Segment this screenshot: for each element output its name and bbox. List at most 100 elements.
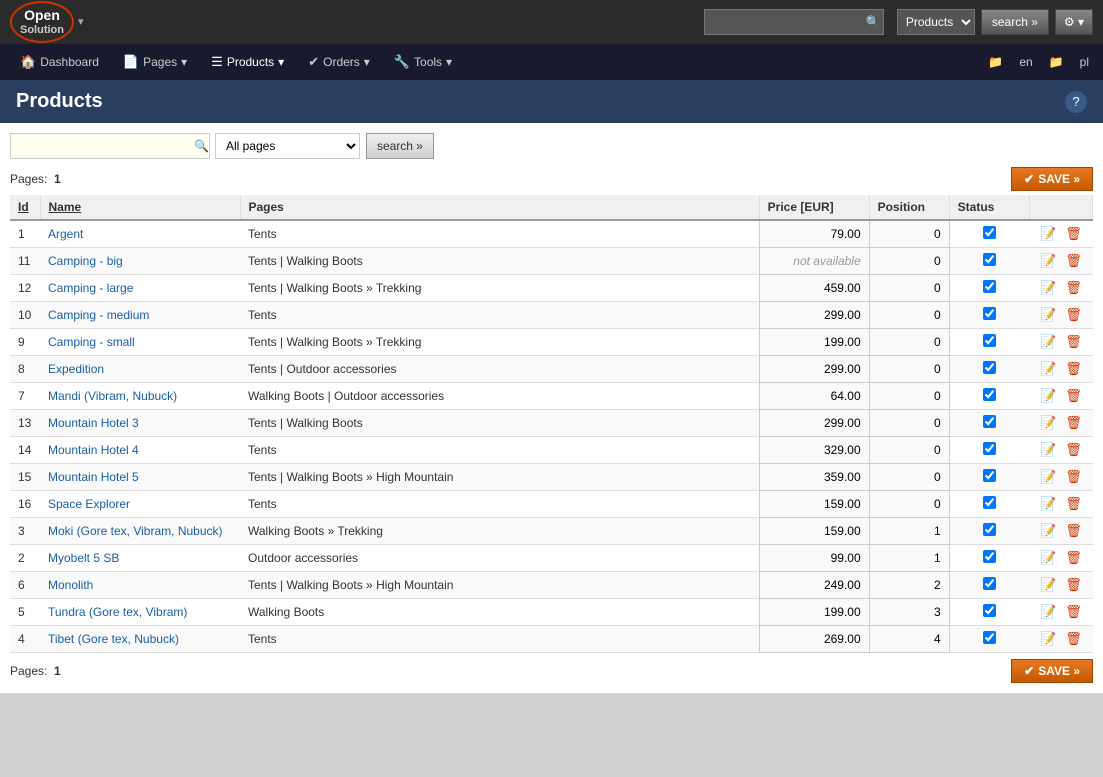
delete-button[interactable]: 🗑 — [1064, 226, 1084, 242]
product-link[interactable]: Mountain Hotel 3 — [48, 416, 139, 430]
edit-button[interactable]: 📝 — [1038, 415, 1058, 431]
delete-button[interactable]: 🗑 — [1064, 415, 1084, 431]
product-link[interactable]: Space Explorer — [48, 497, 130, 511]
price-input[interactable] — [768, 416, 861, 430]
help-button[interactable]: ? — [1065, 91, 1087, 113]
status-checkbox[interactable] — [983, 361, 996, 374]
price-input[interactable] — [768, 578, 861, 592]
delete-button[interactable]: 🗑 — [1064, 334, 1084, 350]
price-input[interactable] — [768, 335, 861, 349]
position-input[interactable] — [878, 254, 941, 268]
status-checkbox[interactable] — [983, 253, 996, 266]
delete-button[interactable]: 🗑 — [1064, 442, 1084, 458]
product-link[interactable]: Mountain Hotel 4 — [48, 443, 139, 457]
position-input[interactable] — [878, 632, 941, 646]
price-input[interactable] — [768, 389, 861, 403]
save-button-top[interactable]: ✔ SAVE » — [1011, 167, 1093, 191]
edit-button[interactable]: 📝 — [1038, 604, 1058, 620]
product-link[interactable]: Mountain Hotel 5 — [48, 470, 139, 484]
delete-button[interactable]: 🗑 — [1064, 253, 1084, 269]
edit-button[interactable]: 📝 — [1038, 226, 1058, 242]
top-search-button[interactable]: search » — [981, 9, 1049, 35]
product-link[interactable]: Moki (Gore tex, Vibram, Nubuck) — [48, 524, 223, 538]
position-input[interactable] — [878, 605, 941, 619]
product-link[interactable]: Tundra (Gore tex, Vibram) — [48, 605, 187, 619]
price-input[interactable] — [768, 497, 861, 511]
status-checkbox[interactable] — [983, 280, 996, 293]
position-input[interactable] — [878, 524, 941, 538]
position-input[interactable] — [878, 227, 941, 241]
lang-en[interactable]: en — [1013, 55, 1038, 69]
nav-pages[interactable]: 📄 Pages ▾ — [111, 48, 199, 76]
col-header-name[interactable]: Name — [40, 195, 240, 220]
status-checkbox[interactable] — [983, 523, 996, 536]
price-input[interactable] — [768, 308, 861, 322]
product-link[interactable]: Camping - large — [48, 281, 133, 295]
status-checkbox[interactable] — [983, 226, 996, 239]
logo[interactable]: Open Solution — [10, 1, 74, 43]
product-link[interactable]: Monolith — [48, 578, 93, 592]
edit-button[interactable]: 📝 — [1038, 280, 1058, 296]
price-input[interactable] — [768, 632, 861, 646]
delete-button[interactable]: 🗑 — [1064, 577, 1084, 593]
edit-button[interactable]: 📝 — [1038, 631, 1058, 647]
logo-dropdown-icon[interactable]: ▾ — [78, 15, 84, 28]
nav-products[interactable]: ☰ Products ▾ — [199, 48, 296, 76]
price-input[interactable] — [768, 551, 861, 565]
position-input[interactable] — [878, 551, 941, 565]
edit-button[interactable]: 📝 — [1038, 307, 1058, 323]
edit-button[interactable]: 📝 — [1038, 361, 1058, 377]
position-input[interactable] — [878, 497, 941, 511]
delete-button[interactable]: 🗑 — [1064, 388, 1084, 404]
settings-button[interactable]: ⚙ ▾ — [1055, 9, 1093, 35]
status-checkbox[interactable] — [983, 631, 996, 644]
top-search-input[interactable] — [704, 9, 884, 35]
position-input[interactable] — [878, 389, 941, 403]
product-link[interactable]: Camping - big — [48, 254, 123, 268]
delete-button[interactable]: 🗑 — [1064, 469, 1084, 485]
position-input[interactable] — [878, 362, 941, 376]
price-input[interactable] — [768, 605, 861, 619]
delete-button[interactable]: 🗑 — [1064, 550, 1084, 566]
price-input[interactable] — [768, 362, 861, 376]
edit-button[interactable]: 📝 — [1038, 388, 1058, 404]
edit-button[interactable]: 📝 — [1038, 442, 1058, 458]
top-search-category-select[interactable]: Products Pages Orders — [897, 9, 975, 35]
position-input[interactable] — [878, 281, 941, 295]
product-link[interactable]: Camping - medium — [48, 308, 149, 322]
edit-button[interactable]: 📝 — [1038, 550, 1058, 566]
edit-button[interactable]: 📝 — [1038, 469, 1058, 485]
product-link[interactable]: Argent — [48, 227, 83, 241]
price-input[interactable] — [768, 281, 861, 295]
edit-button[interactable]: 📝 — [1038, 496, 1058, 512]
product-link[interactable]: Camping - small — [48, 335, 135, 349]
price-input[interactable] — [768, 524, 861, 538]
delete-button[interactable]: 🗑 — [1064, 631, 1084, 647]
status-checkbox[interactable] — [983, 307, 996, 320]
status-checkbox[interactable] — [983, 604, 996, 617]
status-checkbox[interactable] — [983, 577, 996, 590]
price-input[interactable] — [768, 443, 861, 457]
status-checkbox[interactable] — [983, 550, 996, 563]
edit-button[interactable]: 📝 — [1038, 577, 1058, 593]
position-input[interactable] — [878, 335, 941, 349]
delete-button[interactable]: 🗑 — [1064, 604, 1084, 620]
filter-pages-select[interactable]: All pages Tents Walking Boots Outdoor ac… — [215, 133, 360, 159]
delete-button[interactable]: 🗑 — [1064, 307, 1084, 323]
delete-button[interactable]: 🗑 — [1064, 496, 1084, 512]
col-header-id[interactable]: Id — [10, 195, 40, 220]
position-input[interactable] — [878, 416, 941, 430]
status-checkbox[interactable] — [983, 469, 996, 482]
edit-button[interactable]: 📝 — [1038, 253, 1058, 269]
product-link[interactable]: Mandi (Vibram, Nubuck) — [48, 389, 177, 403]
status-checkbox[interactable] — [983, 415, 996, 428]
product-link[interactable]: Expedition — [48, 362, 104, 376]
status-checkbox[interactable] — [983, 496, 996, 509]
status-checkbox[interactable] — [983, 388, 996, 401]
nav-tools[interactable]: 🔧 Tools ▾ — [382, 48, 464, 76]
filter-search-button[interactable]: search » — [366, 133, 434, 159]
price-input[interactable] — [768, 227, 861, 241]
price-input[interactable] — [768, 470, 861, 484]
delete-button[interactable]: 🗑 — [1064, 280, 1084, 296]
product-link[interactable]: Myobelt 5 SB — [48, 551, 119, 565]
